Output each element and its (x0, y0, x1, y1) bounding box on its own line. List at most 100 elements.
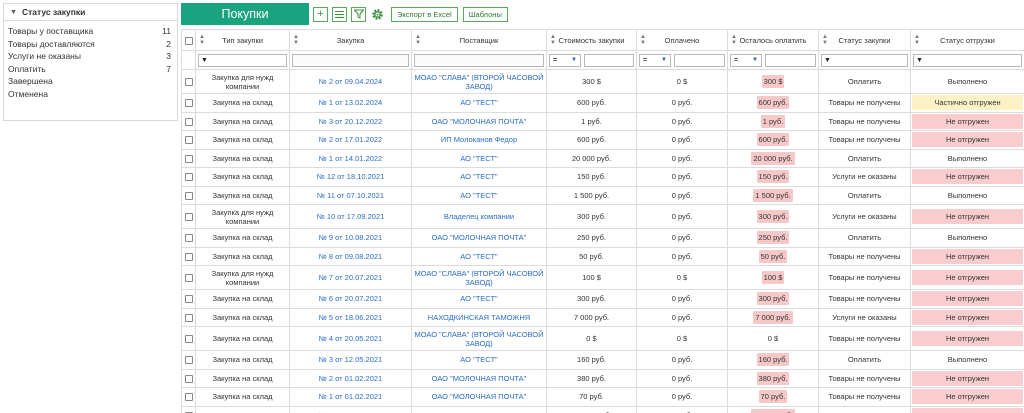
table-row[interactable]: Закупка на склад № 9 от 10.08.2021 ОАО "МО… (181, 228, 1024, 248)
purchase-link[interactable]: № 2 от 01.02.2021 (319, 374, 382, 383)
purchase-link[interactable]: № 10 от 17.09.2021 (317, 212, 385, 221)
filter-settings-icon[interactable] (351, 6, 366, 22)
table-row[interactable]: Закупка на склад № 2 от 17.01.2022 ИП Моло… (181, 130, 1024, 150)
table-row[interactable]: Закупка для нужд компании № 10 от 17.09.2… (181, 204, 1024, 229)
row-checkbox[interactable] (184, 313, 193, 322)
row-checkbox[interactable] (184, 234, 193, 243)
type-filter-select[interactable]: ▼ (198, 53, 287, 67)
purchase-link[interactable]: № 4 от 20.05.2021 (319, 334, 382, 343)
paid-filter-input[interactable] (674, 53, 725, 67)
purchase-link[interactable]: № 2 от 17.01.2022 (319, 135, 382, 144)
purchase-status-filter-select[interactable]: ▼ (821, 53, 908, 67)
export-excel-button[interactable]: Экспорт в Excel (391, 6, 458, 22)
table-row[interactable]: Закупка на склад№ 6 от 24.12.2020АО "ТЕС… (181, 405, 1024, 413)
templates-button[interactable]: Шаблоны (462, 6, 508, 22)
row-checkbox[interactable] (184, 295, 193, 304)
purchase-link[interactable]: № 6 от 20.07.2021 (319, 294, 382, 303)
supplier-link[interactable]: АО "ТЕСТ" (460, 252, 497, 261)
row-checkbox[interactable] (184, 213, 193, 221)
purchase-link[interactable]: № 3 от 20.12.2022 (319, 117, 382, 126)
supplier-link[interactable]: АО "ТЕСТ" (460, 355, 497, 364)
table-row[interactable]: Закупка на склад № 5 от 18.06.2021 НАХОДКИ… (181, 307, 1024, 327)
column-header-paid[interactable]: ▲ ▼ Оплачено (636, 29, 728, 51)
supplier-link[interactable]: АО "ТЕСТ" (460, 98, 497, 107)
table-row[interactable]: Закупка для нужд компании № 2 от 09.04.20… (181, 69, 1024, 94)
table-row[interactable]: Закупка на склад № 1 от 01.02.2021 ОАО "МО… (181, 387, 1024, 407)
row-checkbox[interactable] (184, 173, 193, 182)
column-header-left[interactable]: ▲ ▼ Осталось оплатить (727, 29, 819, 51)
supplier-link[interactable]: ИП Молоканов Федор (441, 135, 517, 144)
purchase-link[interactable]: № 5 от 18.06.2021 (319, 313, 382, 322)
row-checkbox[interactable] (184, 117, 193, 126)
purchase-link[interactable]: № 11 от 07.10.2021 (317, 191, 384, 200)
supplier-link[interactable]: МОАО "СЛАВА" (ВТОРОЙ ЧАСОВОЙ ЗАВОД) (414, 73, 543, 91)
cost-filter-operator[interactable]: = ▼ (549, 53, 581, 67)
status-filter-item[interactable]: Услуги не оказаны 3 (4, 50, 177, 63)
row-checkbox[interactable] (184, 252, 193, 261)
column-header-cost[interactable]: ▲ ▼ Стоимость закупки (546, 29, 637, 51)
table-row[interactable]: Закупка на склад № 4 от 20.05.2021 МОАО "С… (181, 326, 1024, 351)
supplier-link[interactable]: АО "ТЕСТ" (460, 294, 497, 303)
purchase-link[interactable]: № 12 от 18.10.2021 (317, 172, 385, 181)
purchase-link[interactable]: № 1 от 01.02.2021 (319, 392, 382, 401)
supplier-link[interactable]: ОАО "МОЛОЧНАЯ ПОЧТА" (432, 392, 527, 401)
row-checkbox[interactable] (184, 335, 193, 343)
select-all-checkbox[interactable] (184, 36, 193, 45)
purchase-filter-input[interactable] (292, 53, 409, 67)
paid-filter-operator[interactable]: = ▼ (639, 53, 671, 67)
table-row[interactable]: Закупка на склад № 3 от 12.05.2021 АО "ТЕС… (181, 350, 1024, 370)
supplier-link[interactable]: МОАО "СЛАВА" (ВТОРОЙ ЧАСОВОЙ ЗАВОД) (414, 269, 543, 287)
purchase-link[interactable]: № 1 от 14.01.2022 (319, 154, 382, 163)
table-row[interactable]: Закупка на склад № 3 от 20.12.2022 ОАО "МО… (181, 111, 1024, 131)
left-filter-operator[interactable]: = ▼ (730, 53, 762, 67)
table-row[interactable]: Закупка на склад № 12 от 18.10.2021 АО "ТЕ… (181, 167, 1024, 187)
row-checkbox[interactable] (184, 136, 193, 145)
supplier-link[interactable]: ОАО "МОЛОЧНАЯ ПОЧТА" (432, 233, 527, 242)
status-filter-item[interactable]: Товары доставляются 2 (4, 38, 177, 51)
table-row[interactable]: Закупка для нужд компании № 7 от 20.07.20… (181, 265, 1024, 290)
status-filter-item[interactable]: Товары у поставщика 11 (4, 25, 177, 38)
supplier-link[interactable]: АО "ТЕСТ" (460, 191, 497, 200)
supplier-link[interactable]: НАХОДКИНСКАЯ ТАМОЖНЯ (428, 313, 530, 322)
status-filter-item[interactable]: Оплатить 7 (4, 63, 177, 76)
column-header-purchase[interactable]: ▲ ▼ Закупка (289, 29, 412, 51)
row-checkbox[interactable] (184, 154, 193, 163)
supplier-link[interactable]: АО "ТЕСТ" (460, 154, 497, 163)
table-row[interactable]: Закупка на склад № 2 от 01.02.2021 ОАО "МО… (181, 368, 1024, 388)
supplier-filter-input[interactable] (414, 53, 544, 67)
cost-filter-input[interactable] (584, 53, 634, 67)
list-icon[interactable] (332, 6, 347, 22)
column-header-type[interactable]: ▲ ▼ Тип закупки (195, 29, 290, 51)
table-row[interactable]: Закупка на склад № 8 от 09.08.2021 АО "ТЕС… (181, 246, 1024, 266)
purchase-link[interactable]: № 3 от 12.05.2021 (319, 355, 382, 364)
supplier-link[interactable]: ОАО "МОЛОЧНАЯ ПОЧТА" (432, 117, 527, 126)
column-header-supplier[interactable]: ▲ ▼ Поставщик (411, 29, 547, 51)
purchase-link[interactable]: № 7 от 20.07.2021 (319, 273, 382, 282)
status-filter-header[interactable]: ▼ Статус закупки (4, 4, 177, 21)
supplier-link[interactable]: АО "ТЕСТ" (460, 172, 497, 181)
status-filter-item[interactable]: Завершена (4, 75, 177, 88)
select-all-cell[interactable] (181, 29, 196, 51)
column-header-purchase-status[interactable]: ▲ ▼ Статус закупки (818, 29, 911, 51)
row-checkbox[interactable] (184, 356, 193, 365)
purchase-link[interactable]: № 2 от 09.04.2024 (319, 77, 382, 86)
purchase-link[interactable]: № 8 от 09.08.2021 (319, 252, 382, 261)
table-row[interactable]: Закупка на склад № 1 от 14.01.2022 АО "ТЕС… (181, 148, 1024, 168)
table-row[interactable]: Закупка на склад № 6 от 20.07.2021 АО "ТЕС… (181, 289, 1024, 309)
row-checkbox[interactable] (184, 78, 193, 86)
row-checkbox[interactable] (184, 191, 193, 200)
supplier-link[interactable]: Владелец компании (444, 212, 514, 221)
add-icon[interactable]: + (313, 6, 328, 22)
row-checkbox[interactable] (184, 99, 193, 108)
table-row[interactable]: Закупка на склад № 11 от 07.10.2021 АО "ТЕ… (181, 185, 1024, 205)
supplier-link[interactable]: МОАО "СЛАВА" (ВТОРОЙ ЧАСОВОЙ ЗАВОД) (414, 330, 543, 348)
table-row[interactable]: Закупка на склад № 1 от 13.02.2024 АО "ТЕС… (181, 93, 1024, 113)
gear-icon[interactable] (370, 7, 385, 22)
column-header-shipment-status[interactable]: ▲ ▼ Статус отгрузки (910, 29, 1024, 51)
purchase-link[interactable]: № 1 от 13.02.2024 (319, 98, 382, 107)
left-filter-input[interactable] (765, 53, 816, 67)
row-checkbox[interactable] (184, 374, 193, 383)
row-checkbox[interactable] (184, 274, 193, 282)
supplier-link[interactable]: ОАО "МОЛОЧНАЯ ПОЧТА" (432, 374, 527, 383)
status-filter-item[interactable]: Отменена (4, 88, 177, 101)
